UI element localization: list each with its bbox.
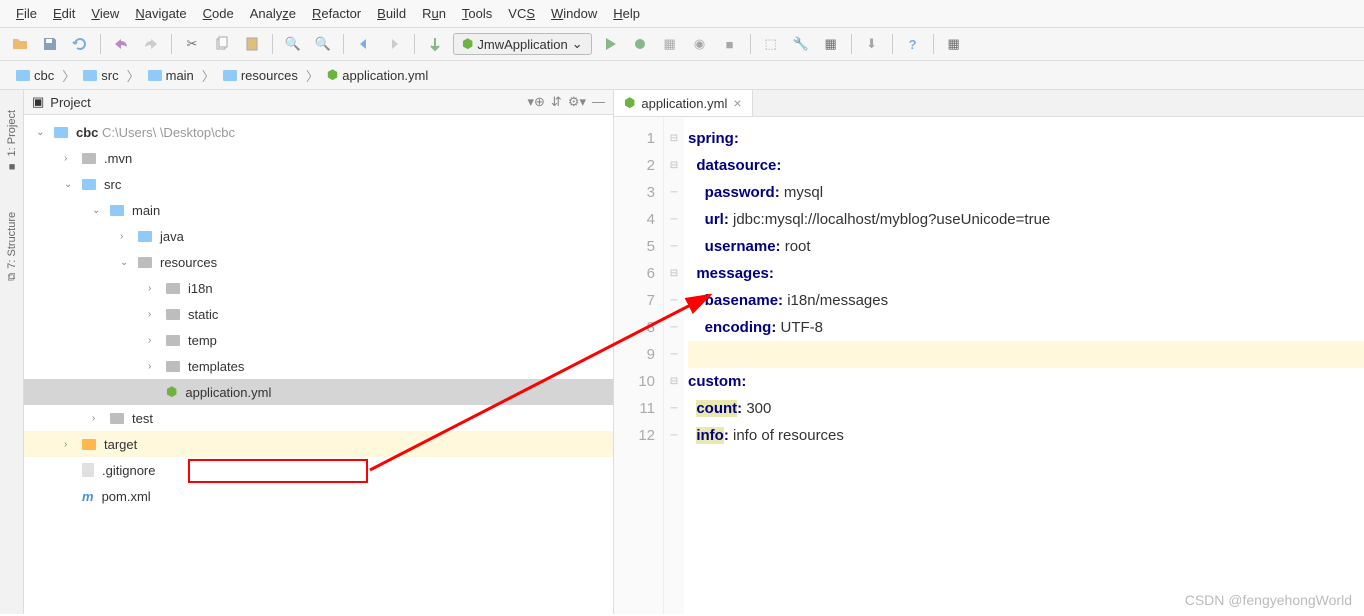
line-gutter: 123456789101112 — [614, 117, 664, 614]
breadcrumb-bar: cbc〉src〉main〉resources〉⬢application.yml — [0, 61, 1364, 90]
collapse-icon[interactable]: ⇵ — [551, 94, 562, 110]
code-editor[interactable]: 123456789101112 ⊟⊟───⊟───⊟── spring: dat… — [614, 117, 1364, 614]
stop-icon[interactable]: ■ — [718, 32, 742, 56]
debug-icon[interactable] — [628, 32, 652, 56]
spring-icon: ⬢ — [462, 36, 473, 52]
redo-icon[interactable] — [139, 32, 163, 56]
hide-icon[interactable]: — — [592, 94, 605, 110]
project-panel: ▣ Project ▾ ⊕ ⇵ ⚙▾ — ⌄cbc C:\Users\ \Des… — [24, 90, 614, 614]
tool-tab-structure[interactable]: ⧉7: Structure — [6, 212, 18, 281]
tool-tab-project[interactable]: ■1: Project — [6, 110, 18, 172]
tree-item-src[interactable]: ⌄src — [24, 171, 613, 197]
copy-icon[interactable] — [210, 32, 234, 56]
forward-icon[interactable] — [382, 32, 406, 56]
profile-icon[interactable]: ◉ — [688, 32, 712, 56]
tree-item-java[interactable]: ›java — [24, 223, 613, 249]
structure-icon[interactable]: ▦ — [819, 32, 843, 56]
download-icon[interactable]: ⬇ — [860, 32, 884, 56]
menu-bar: File Edit View Navigate Code Analyze Ref… — [0, 0, 1364, 28]
tree-item-resources[interactable]: ⌄resources — [24, 249, 613, 275]
panel-title: Project — [50, 95, 90, 110]
editor-area: ⬢ application.yml × 123456789101112 ⊟⊟──… — [614, 90, 1364, 614]
tree-item-application-yml[interactable]: ⬢application.yml — [24, 379, 613, 405]
open-icon[interactable] — [8, 32, 32, 56]
run-config-label: JmwApplication — [477, 37, 567, 52]
tab-label: application.yml — [641, 96, 727, 111]
menu-file[interactable]: File — [10, 4, 43, 23]
menu-help[interactable]: Help — [607, 4, 646, 23]
menu-vcs[interactable]: VCS — [502, 4, 541, 23]
editor-tab-bar: ⬢ application.yml × — [614, 90, 1364, 117]
tree-item-test[interactable]: ›test — [24, 405, 613, 431]
menu-refactor[interactable]: Refactor — [306, 4, 367, 23]
locate-icon[interactable]: ⊕ — [534, 94, 545, 110]
save-icon[interactable] — [38, 32, 62, 56]
menu-code[interactable]: Code — [197, 4, 240, 23]
tree-item-i18n[interactable]: ›i18n — [24, 275, 613, 301]
toolbar: ✂ 🔍 🔍 ⬢ JmwApplication ⌄ ▦ ◉ ■ ⬚ 🔧 ▦ ⬇ ?… — [0, 28, 1364, 61]
menu-tools[interactable]: Tools — [456, 4, 498, 23]
project-icon: ▣ — [32, 94, 44, 110]
tree-item-main[interactable]: ⌄main — [24, 197, 613, 223]
build-icon[interactable] — [423, 32, 447, 56]
menu-navigate[interactable]: Navigate — [129, 4, 192, 23]
tree-item-target[interactable]: ›target — [24, 431, 613, 457]
menu-run[interactable]: Run — [416, 4, 452, 23]
fold-column: ⊟⊟───⊟───⊟── — [664, 117, 684, 614]
code-content[interactable]: spring: datasource: password: mysql url:… — [684, 117, 1364, 614]
menu-window[interactable]: Window — [545, 4, 603, 23]
menu-build[interactable]: Build — [371, 4, 412, 23]
tab-application-yml[interactable]: ⬢ application.yml × — [614, 90, 753, 116]
tree-item--gitignore[interactable]: .gitignore — [24, 457, 613, 483]
cut-icon[interactable]: ✂ — [180, 32, 204, 56]
tree-item-static[interactable]: ›static — [24, 301, 613, 327]
close-tab-icon[interactable]: × — [733, 95, 741, 111]
coverage-icon[interactable]: ▦ — [658, 32, 682, 56]
undo-icon[interactable] — [109, 32, 133, 56]
paste-icon[interactable] — [240, 32, 264, 56]
breadcrumb-item[interactable]: resources — [217, 66, 304, 85]
tree-item-cbc[interactable]: ⌄cbc C:\Users\ \Desktop\cbc — [24, 119, 613, 145]
help-icon[interactable]: ? — [901, 32, 925, 56]
spring-file-icon: ⬢ — [624, 95, 635, 111]
menu-view[interactable]: View — [85, 4, 125, 23]
chevron-down-icon: ⌄ — [572, 36, 583, 52]
find-icon[interactable]: 🔍 — [281, 32, 305, 56]
attach-icon[interactable]: ⬚ — [759, 32, 783, 56]
run-icon[interactable] — [598, 32, 622, 56]
tree-item--mvn[interactable]: ›.mvn — [24, 145, 613, 171]
run-config-selector[interactable]: ⬢ JmwApplication ⌄ — [453, 33, 592, 55]
tree-item-templates[interactable]: ›templates — [24, 353, 613, 379]
cpu-icon[interactable]: ▦ — [942, 32, 966, 56]
breadcrumb-item[interactable]: main — [142, 66, 200, 85]
tool-stripe-left: ■1: Project ⧉7: Structure — [0, 90, 24, 614]
project-tree[interactable]: ⌄cbc C:\Users\ \Desktop\cbc›.mvn⌄src⌄mai… — [24, 115, 613, 614]
gear-icon[interactable]: ⚙▾ — [568, 94, 586, 110]
back-icon[interactable] — [352, 32, 376, 56]
menu-edit[interactable]: Edit — [47, 4, 81, 23]
tree-item-pom-xml[interactable]: mpom.xml — [24, 483, 613, 509]
replace-icon[interactable]: 🔍 — [311, 32, 335, 56]
breadcrumb-item[interactable]: cbc — [10, 66, 60, 85]
tree-item-temp[interactable]: ›temp — [24, 327, 613, 353]
project-panel-header: ▣ Project ▾ ⊕ ⇵ ⚙▾ — — [24, 90, 613, 115]
watermark: CSDN @fengyehongWorld — [1185, 592, 1352, 608]
refresh-icon[interactable] — [68, 32, 92, 56]
tools-icon[interactable]: 🔧 — [789, 32, 813, 56]
breadcrumb-item[interactable]: ⬢application.yml — [321, 65, 434, 85]
menu-analyze[interactable]: Analyze — [244, 4, 302, 23]
breadcrumb-item[interactable]: src — [77, 66, 124, 85]
